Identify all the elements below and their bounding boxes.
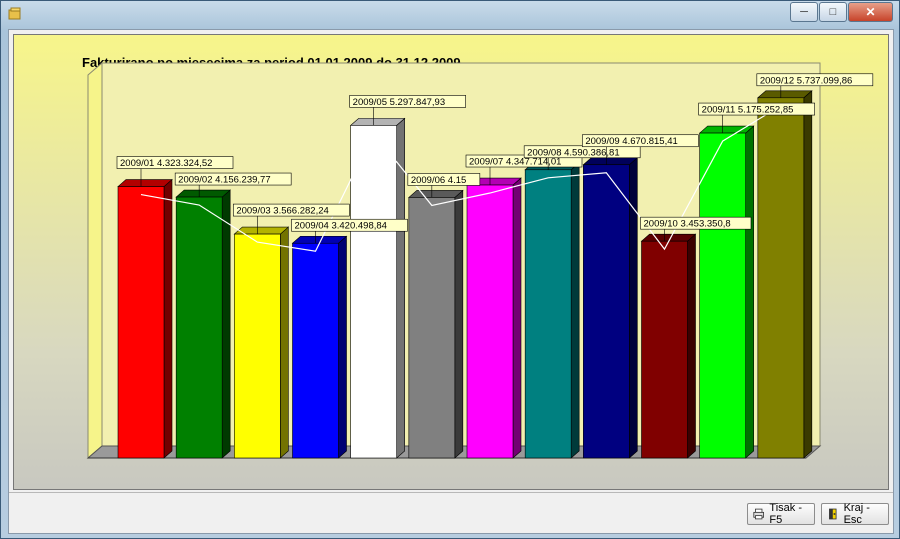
bar bbox=[292, 242, 339, 459]
data-label: 2009/12 5.737.099,86 bbox=[760, 75, 852, 86]
bar-side bbox=[338, 235, 347, 459]
bar bbox=[641, 240, 688, 459]
chart-left-wall bbox=[87, 61, 103, 460]
bar-top bbox=[175, 189, 231, 198]
bar bbox=[234, 233, 281, 459]
exit-button[interactable]: Kraj - Esc bbox=[821, 502, 889, 526]
bar-side bbox=[221, 189, 231, 459]
print-button[interactable]: Tisak - F5 bbox=[747, 502, 815, 526]
bar-side bbox=[570, 162, 580, 459]
bar bbox=[466, 184, 514, 459]
bar-top bbox=[349, 118, 406, 126]
data-label: 2009/11 5.175.252,85 bbox=[702, 105, 794, 116]
maximize-icon: □ bbox=[829, 6, 837, 18]
bar bbox=[583, 164, 630, 459]
bar bbox=[117, 186, 165, 459]
footer-toolbar: Tisak - F5 Kraj - Esc bbox=[9, 492, 893, 534]
title-bar[interactable]: ─ □ ✕ bbox=[1, 1, 899, 29]
bar-top bbox=[640, 233, 697, 242]
data-label: 2009/04 3.420.498,84 bbox=[295, 221, 387, 232]
close-button[interactable]: ✕ bbox=[848, 2, 893, 22]
bar bbox=[350, 125, 397, 459]
bar-side bbox=[745, 125, 754, 459]
data-label: 2009/05 5.297.847,93 bbox=[353, 97, 445, 108]
bar-side bbox=[629, 157, 638, 459]
maximize-button[interactable]: □ bbox=[819, 2, 847, 22]
bar bbox=[757, 97, 805, 459]
bar-top bbox=[757, 90, 813, 99]
data-label: 2009/01 4.323.324,52 bbox=[120, 158, 212, 169]
data-label: 2009/06 4.15 bbox=[411, 175, 466, 186]
data-label: 2009/02 4.156.239,77 bbox=[178, 175, 270, 186]
minimize-icon: ─ bbox=[800, 6, 808, 18]
chart-panel: Fakturirano po mjesecima za period 01.01… bbox=[13, 34, 889, 490]
bar-top bbox=[582, 157, 639, 166]
bar-side bbox=[687, 233, 696, 459]
exit-button-label: Kraj - Esc bbox=[843, 502, 870, 526]
print-button-label: Tisak - F5 bbox=[769, 502, 803, 526]
bar bbox=[175, 196, 223, 459]
bar-side bbox=[163, 178, 173, 459]
minimize-button[interactable]: ─ bbox=[790, 2, 818, 22]
bar-side bbox=[280, 226, 289, 459]
bar-top bbox=[408, 190, 464, 198]
bar-chart: 2009/01 4.323.324,52 2009/02 4.156.239,77… bbox=[86, 61, 874, 460]
bar bbox=[524, 169, 572, 459]
bar-side bbox=[396, 117, 405, 459]
application-window: ─ □ ✕ Fakturirano po mjesecima za period… bbox=[0, 0, 900, 539]
bar bbox=[699, 132, 746, 459]
exit-door-icon bbox=[829, 508, 837, 520]
data-label: 2009/08 4.590.386,81 bbox=[527, 147, 619, 158]
data-label: 2009/09 4.670.815,41 bbox=[585, 136, 677, 147]
bar-top bbox=[117, 179, 173, 187]
window-client-area: Fakturirano po mjesecima za period 01.01… bbox=[8, 29, 894, 534]
data-label: 2009/10 3.453.350,8 bbox=[644, 219, 731, 230]
bar bbox=[408, 197, 456, 459]
bar-side bbox=[512, 177, 522, 459]
data-label: 2009/03 3.566.282,24 bbox=[236, 206, 328, 217]
close-icon: ✕ bbox=[865, 5, 876, 19]
printer-icon bbox=[753, 508, 765, 520]
bar-side bbox=[454, 189, 464, 459]
bar-side bbox=[803, 90, 813, 459]
app-icon bbox=[8, 7, 21, 20]
